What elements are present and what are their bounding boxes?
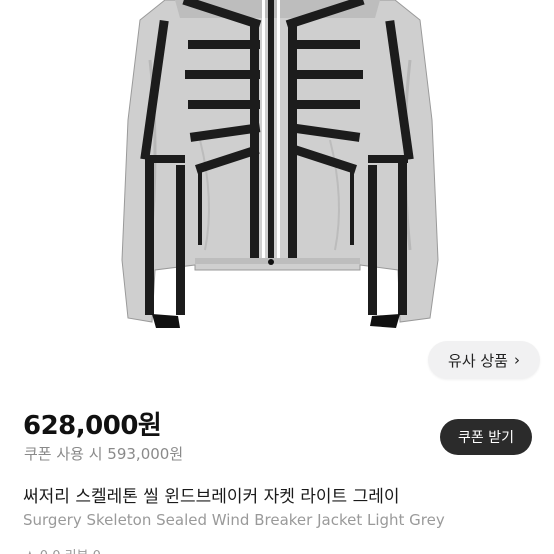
similar-products-button[interactable]: 유사 상품 ›: [428, 341, 540, 379]
product-title-korean: 써저리 스켈레톤 씰 윈드브레이커 자켓 라이트 그레이: [23, 487, 400, 507]
similar-products-label: 유사 상품: [448, 351, 508, 370]
get-coupon-label: 쿠폰 받기: [458, 430, 514, 446]
coupon-price: 쿠폰 사용 시 593,000원: [24, 445, 184, 463]
chevron-right-icon: ›: [513, 351, 520, 369]
product-image[interactable]: [0, 0, 554, 382]
rating-summary: ★ 0.0 리뷰 0: [24, 545, 101, 554]
get-coupon-button[interactable]: 쿠폰 받기: [440, 419, 532, 455]
jacket-illustration: [121, 0, 439, 328]
product-price: 628,000원: [23, 411, 162, 441]
product-title-english: Surgery Skeleton Sealed Wind Breaker Jac…: [23, 511, 445, 529]
